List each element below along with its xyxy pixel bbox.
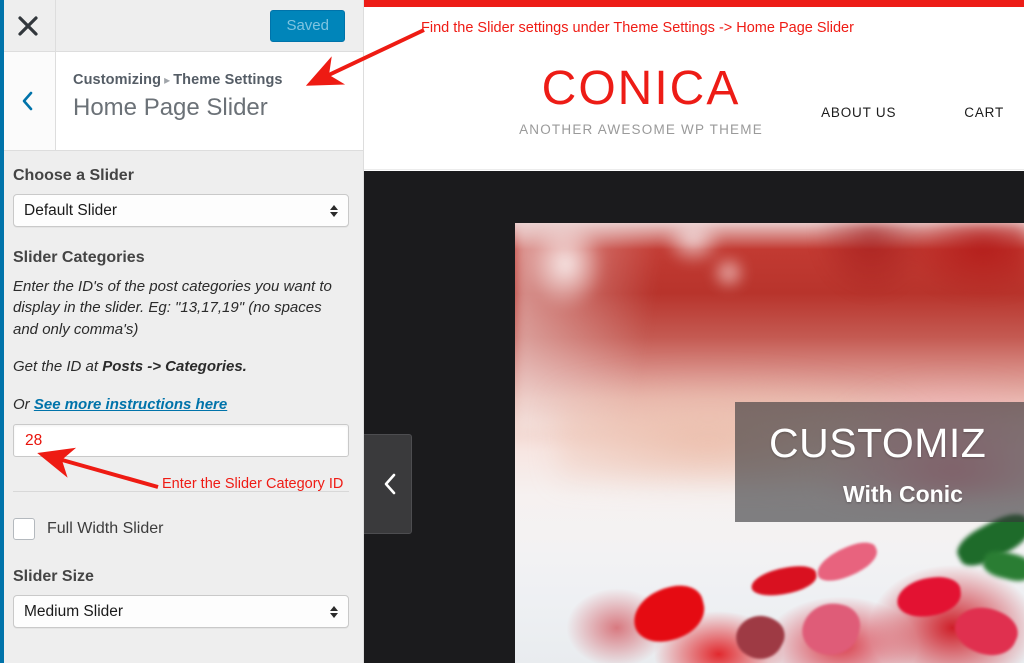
slide-caption-subtitle: With Conic [843, 481, 963, 508]
panel-titles: Customizing ▸ Theme Settings Home Page Sli… [56, 52, 363, 150]
customizer-sidebar: Saved Customizing ▸ Theme Settings Home Pa… [0, 0, 364, 663]
site-tagline: ANOTHER AWESOME WP THEME [519, 122, 763, 137]
primary-navigation: ABOUT US CART [821, 105, 1024, 120]
slider-size-label: Slider Size [13, 568, 94, 586]
slider-categories-hint: Get the ID at Posts -> Categories. [13, 356, 343, 377]
breadcrumb: Customizing ▸ Theme Settings [73, 72, 363, 88]
slider-size-value: Medium Slider [24, 602, 124, 620]
hint-path: Posts -> Categories. [102, 358, 247, 376]
close-icon[interactable] [0, 0, 56, 51]
home-page-slider-stage: CUSTOMIZ With Conic [364, 171, 1024, 663]
nav-item-about-us[interactable]: ABOUT US [821, 105, 896, 120]
site-preview-pane[interactable]: CONICA ANOTHER AWESOME WP THEME ABOUT US… [364, 0, 1024, 663]
chevron-left-icon [384, 473, 396, 495]
chevron-left-icon [22, 91, 33, 111]
slider-categories-link-row: Or See more instructions here [13, 394, 343, 415]
slide-caption-title: CUSTOMIZ [769, 420, 987, 466]
choose-slider-value: Default Slider [24, 201, 118, 219]
customizer-header: Saved [0, 0, 363, 52]
customizer-controls: Choose a Slider Default Slider Slider Ca… [0, 151, 363, 629]
stepper-arrows-icon [330, 605, 338, 618]
slider-categories-description: Enter the ID's of the post categories yo… [13, 276, 343, 340]
category-id-value: 28 [25, 431, 43, 449]
petal [895, 574, 963, 620]
stepper-arrows-icon [330, 204, 338, 217]
panel-header: Customizing ▸ Theme Settings Home Page Sli… [0, 52, 363, 151]
petal [798, 597, 864, 661]
rose-leaf [980, 547, 1024, 585]
breadcrumb-separator-icon: ▸ [164, 73, 171, 87]
petal [948, 597, 1024, 663]
breadcrumb-parent: Theme Settings [173, 72, 283, 88]
back-button[interactable] [0, 52, 56, 150]
choose-slider-select[interactable]: Default Slider [13, 194, 349, 227]
full-width-slider-checkbox[interactable] [13, 518, 35, 541]
preview-top-red-bar [364, 0, 1024, 7]
site-header: CONICA ANOTHER AWESOME WP THEME ABOUT US… [364, 7, 1024, 170]
site-title[interactable]: CONICA [511, 65, 771, 113]
full-width-slider-label: Full Width Slider [47, 520, 164, 538]
screenshot-root: Saved Customizing ▸ Theme Settings Home Pa… [0, 0, 1024, 663]
slider-size-select[interactable]: Medium Slider [13, 595, 349, 629]
choose-slider-label: Choose a Slider [13, 167, 134, 184]
petal [729, 606, 791, 663]
nav-item-cart[interactable]: CART [964, 105, 1004, 120]
sidebar-accent-bar [0, 0, 4, 663]
full-width-slider-row[interactable]: Full Width Slider [13, 518, 347, 541]
link-prefix: Or [13, 395, 34, 413]
petal [812, 537, 882, 587]
section-divider [13, 491, 349, 493]
slider-prev-button[interactable] [364, 434, 412, 534]
petal [627, 580, 711, 648]
site-branding: CONICA ANOTHER AWESOME WP THEME [511, 65, 771, 138]
page-title: Home Page Slider [73, 94, 268, 121]
save-button[interactable]: Saved [270, 9, 345, 42]
slider-categories-label: Slider Categories [13, 249, 145, 266]
category-id-input[interactable]: 28 [13, 424, 349, 458]
petal [749, 562, 819, 600]
see-more-instructions-link[interactable]: See more instructions here [34, 396, 227, 413]
breadcrumb-root: Customizing [73, 72, 162, 88]
hint-prefix: Get the ID at [13, 358, 103, 376]
description-paragraph-1: Enter the ID's of the post categories yo… [13, 278, 332, 338]
slide-caption: CUSTOMIZ With Conic [735, 402, 1024, 522]
